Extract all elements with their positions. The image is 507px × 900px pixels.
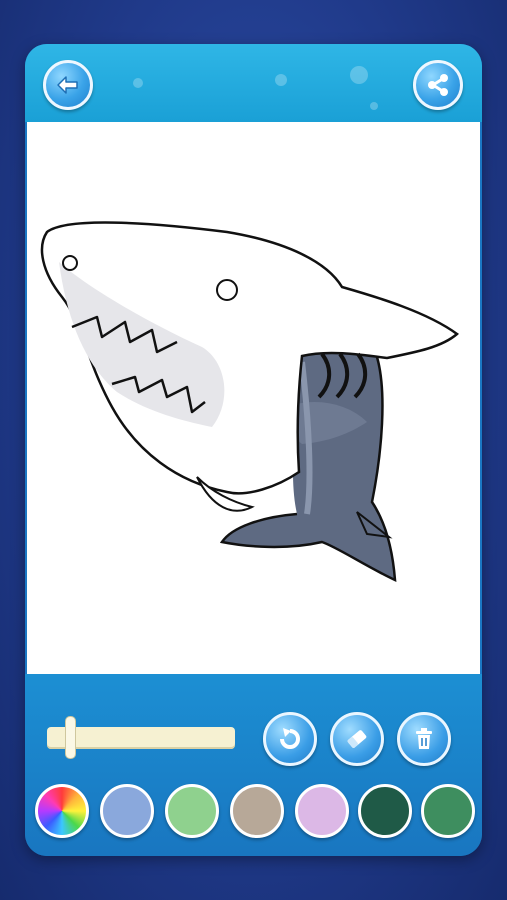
shark-eye	[216, 279, 238, 301]
color-swatch[interactable]	[230, 784, 284, 838]
bottom-toolbar	[25, 674, 482, 856]
undo-button[interactable]	[263, 712, 317, 766]
color-swatch[interactable]	[421, 784, 475, 838]
app-frame	[25, 44, 482, 856]
color-swatch[interactable]	[165, 784, 219, 838]
shark-nostril	[62, 255, 78, 271]
decor-bubble	[133, 78, 143, 88]
color-picker-swatch[interactable]	[35, 784, 89, 838]
share-button[interactable]	[413, 60, 463, 110]
decor-bubble	[350, 66, 368, 84]
color-swatch[interactable]	[295, 784, 349, 838]
delete-button[interactable]	[397, 712, 451, 766]
undo-icon	[280, 728, 300, 749]
color-swatch[interactable]	[358, 784, 412, 838]
trash-icon	[416, 728, 432, 749]
decor-bubble	[370, 102, 378, 110]
eraser-icon	[347, 730, 367, 748]
color-swatch[interactable]	[100, 784, 154, 838]
brush-size-thumb[interactable]	[64, 716, 76, 759]
back-button[interactable]	[43, 60, 93, 110]
eraser-button[interactable]	[330, 712, 384, 766]
arrow-left-icon	[57, 76, 78, 94]
drawing-canvas[interactable]	[27, 122, 480, 674]
shark-drawing	[40, 221, 460, 583]
share-icon	[428, 74, 448, 96]
decor-bubble	[275, 74, 287, 86]
top-bar	[25, 44, 482, 122]
